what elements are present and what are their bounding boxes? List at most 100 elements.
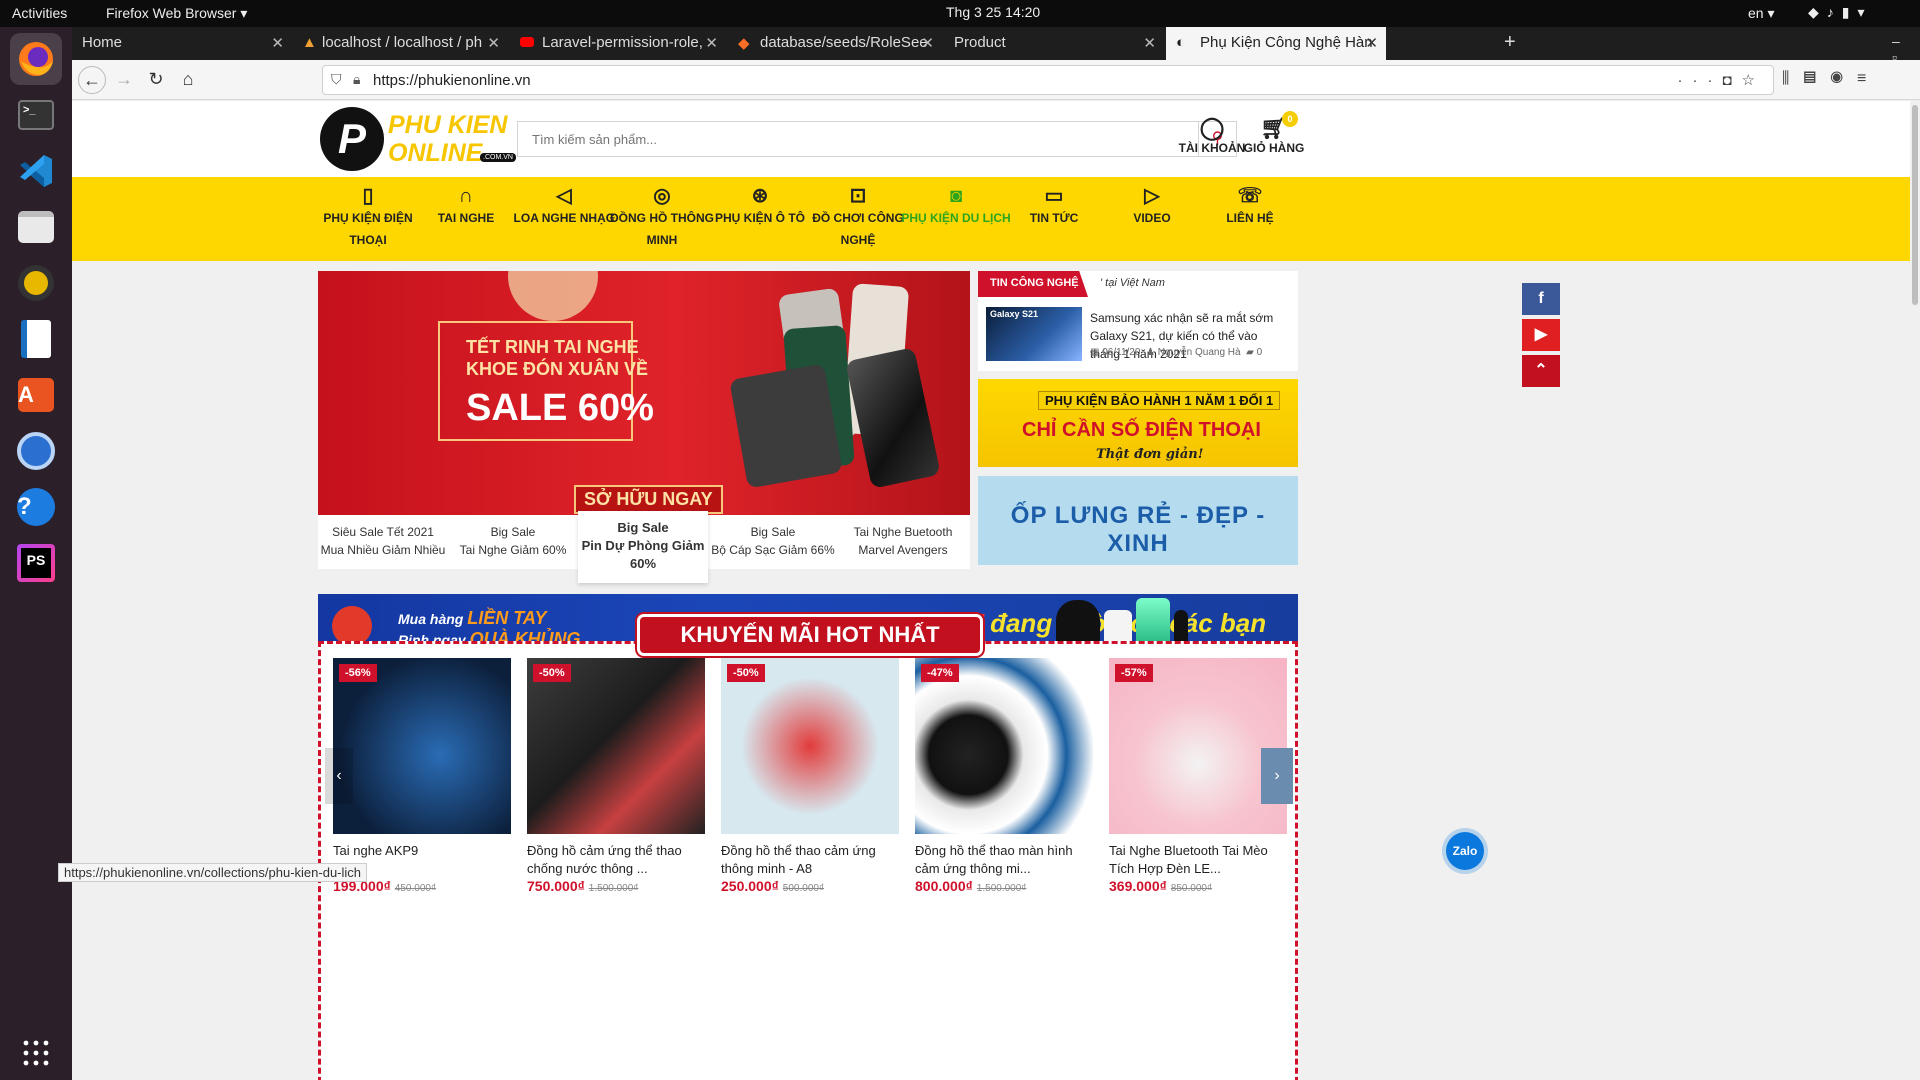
- close-icon[interactable]: ✕: [705, 34, 718, 52]
- tab-phpmyadmin[interactable]: ▲ localhost / localhost / ph ✕: [294, 27, 508, 60]
- warranty-promo-banner[interactable]: PHỤ KIỆN BẢO HÀNH 1 NĂM 1 ĐỔI 1 CHỈ CẦN …: [978, 379, 1298, 467]
- menu-item-phu-kien-o-to[interactable]: ⊛ PHỤ KIỆN Ô TÔ: [704, 185, 816, 229]
- sale-price: 369.000₫: [1109, 878, 1167, 894]
- software-icon[interactable]: A: [10, 369, 62, 421]
- product-name[interactable]: Đồng hồ thể thao màn hình cảm ứng thông …: [915, 842, 1095, 878]
- chevron-right-icon: ›: [1274, 767, 1280, 784]
- lock-icon[interactable]: 🔒︎: [353, 71, 360, 88]
- firefox-icon[interactable]: [10, 33, 62, 85]
- close-icon[interactable]: ✕: [487, 34, 500, 52]
- pocket-icon[interactable]: ◘: [1722, 72, 1741, 89]
- menu-item-do-choi-cong-nghe[interactable]: ⊡ ĐỒ CHƠI CÔNG NGHỆ: [802, 185, 914, 251]
- close-icon[interactable]: ✕: [1365, 34, 1378, 52]
- news-ticker[interactable]: ' tại Việt Nam: [1100, 277, 1165, 289]
- sale-price: 800.000₫: [915, 878, 973, 894]
- product-name[interactable]: Đồng hồ thể thao cảm ứng thông minh - A8: [721, 842, 901, 878]
- sidebar-icon[interactable]: ▤: [1803, 70, 1830, 87]
- hamburger-menu-icon[interactable]: ≡: [1857, 70, 1880, 87]
- cart-link[interactable]: 🛒︎ 0 GIỎ HÀNG: [1234, 111, 1314, 155]
- menu-item-lien-he[interactable]: ☏ LIÊN HỆ: [1194, 185, 1306, 229]
- menu-item-tai-nghe[interactable]: ∩ TAI NGHE: [410, 185, 522, 229]
- clock[interactable]: Thg 3 25 14:20: [946, 4, 1040, 20]
- site-logo[interactable]: P PHU KIEN ONLINE .COM.VN: [320, 105, 516, 173]
- terminal-icon[interactable]: >_: [10, 89, 62, 141]
- files-icon[interactable]: [10, 201, 62, 253]
- tab-phukienonline[interactable]: ◐ Phụ Kiện Công Nghệ Hàn ✕: [1166, 27, 1386, 60]
- help-icon[interactable]: ?: [10, 481, 62, 533]
- close-icon[interactable]: ✕: [1143, 34, 1156, 52]
- product-image[interactable]: [721, 658, 899, 834]
- rhythmbox-icon[interactable]: [10, 257, 62, 309]
- product-image[interactable]: [333, 658, 511, 834]
- product-name[interactable]: Tai nghe AKP9: [333, 842, 513, 860]
- product-name[interactable]: Đồng hồ cảm ứng thể thao chống nước thôn…: [527, 842, 707, 878]
- menu-item-dong-ho-thong-minh[interactable]: ◎ ĐỒNG HỒ THÔNG MINH: [606, 185, 718, 251]
- tab-home[interactable]: Home ✕: [72, 27, 292, 60]
- menu-label: ĐỒ CHƠI CÔNG NGHỆ: [812, 211, 904, 247]
- url-text[interactable]: https://phukienonline.vn: [373, 72, 531, 89]
- news-thumbnail[interactable]: Galaxy S21: [986, 307, 1082, 361]
- app-menu[interactable]: Firefox Web Browser ▾: [106, 5, 247, 22]
- hero-cta-button[interactable]: SỞ HỮU NGAY: [574, 485, 723, 514]
- hero-tab[interactable]: Siêu Sale Tết 2021 Mua Nhiều Giảm Nhiều: [318, 515, 448, 569]
- close-icon[interactable]: ✕: [921, 34, 934, 52]
- product-name[interactable]: Tai Nghe Bluetooth Tai Mèo Tích Hợp Đèn …: [1109, 842, 1289, 878]
- url-bar[interactable]: ⛉ 🔒︎ https://phukienonline.vn ···◘☆: [322, 65, 1774, 95]
- back-button[interactable]: ←: [78, 66, 106, 94]
- hero-banner[interactable]: TẾT RINH TAI NGHE KHOE ĐÓN XUÂN VỀ SALE …: [318, 271, 970, 515]
- product-image[interactable]: [915, 658, 1093, 834]
- close-icon[interactable]: ✕: [271, 34, 284, 52]
- reload-button[interactable]: ↻: [142, 66, 170, 94]
- product-image[interactable]: [527, 658, 705, 834]
- hero-tab[interactable]: Big Sale Bộ Cáp Sạc Giảm 66%: [708, 515, 838, 569]
- tab-product[interactable]: Product ✕: [944, 27, 1164, 60]
- carousel-next-button[interactable]: ›: [1261, 748, 1293, 804]
- phpstorm-icon[interactable]: PS: [10, 537, 62, 589]
- menu-item-phu-kien-dien-thoai[interactable]: ▯ PHỤ KIỆN ĐIỆN THOẠI: [312, 185, 424, 251]
- promo2-text: ỐP LƯNG RẺ - ĐẸP - XINH: [1010, 502, 1266, 557]
- vscode-icon[interactable]: [10, 145, 62, 197]
- hero-tab[interactable]: Big Sale Tai Nghe Giảm 60%: [448, 515, 578, 569]
- product-image[interactable]: [1109, 658, 1287, 834]
- library-icon[interactable]: ⫼: [1782, 70, 1803, 87]
- thunderbird-icon[interactable]: [10, 425, 62, 477]
- hero-tab-active[interactable]: Big Sale Pin Dự Phòng Giảm 60%: [578, 511, 708, 583]
- carousel-prev-button[interactable]: ‹: [325, 748, 353, 804]
- terminal-prompt-glyph: >_: [18, 100, 54, 130]
- zalo-chat-button[interactable]: Zalo: [1446, 832, 1484, 870]
- menu-item-phu-kien-du-lich[interactable]: ◙ PHỤ KIỆN DU LỊCH: [900, 185, 1012, 229]
- menu-item-loa-nghe-nhac[interactable]: ◁ LOA NGHE NHẠC: [508, 185, 620, 229]
- language-indicator[interactable]: en ▾: [1748, 5, 1775, 22]
- minimize-icon[interactable]: –: [1892, 33, 1916, 49]
- back-to-top-button[interactable]: ⌃: [1522, 355, 1560, 387]
- home-button[interactable]: ⌂: [174, 66, 202, 94]
- hot-deals-section: -56% Tai nghe AKP9 199.000₫ 450.000₫ -50%…: [318, 641, 1298, 1080]
- search-input[interactable]: [518, 122, 1198, 156]
- tab-youtube[interactable]: Laravel-permission-role, ✕: [510, 27, 726, 60]
- page-actions-icon[interactable]: ···: [1677, 72, 1722, 89]
- page-scrollbar[interactable]: [1910, 101, 1920, 1080]
- hero-tab[interactable]: Tai Nghe Buetooth Marvel Avengers: [838, 515, 968, 569]
- forward-button[interactable]: →: [110, 66, 138, 94]
- menu-item-tin-tuc[interactable]: ▭ TIN TỨC: [998, 185, 1110, 229]
- facebook-button[interactable]: f: [1522, 283, 1560, 315]
- tracking-shield-icon[interactable]: ⛉: [331, 71, 342, 88]
- menu-item-video[interactable]: ▷ VIDEO: [1096, 185, 1208, 229]
- phone-case-promo-banner[interactable]: ỐP LƯNG RẺ - ĐẸP - XINH: [978, 476, 1298, 565]
- scrollbar-thumb[interactable]: [1912, 105, 1918, 305]
- writer-icon[interactable]: [10, 313, 62, 365]
- app-grid-icon[interactable]: [10, 1027, 62, 1079]
- account-icon[interactable]: ◉: [1830, 70, 1857, 87]
- sale-price: 250.000₫: [721, 878, 779, 894]
- youtube-button[interactable]: ▶: [1522, 319, 1560, 351]
- discount-badge: -47%: [921, 664, 959, 682]
- bookmark-star-icon[interactable]: ☆: [1742, 72, 1765, 89]
- menu-label: TAI NGHE: [437, 211, 495, 225]
- tab-gitlab[interactable]: ◆ database/seeds/RoleSee ✕: [728, 27, 942, 60]
- system-tray[interactable]: ◆♪▮▾: [1808, 4, 1873, 21]
- phpmyadmin-icon: ▲: [302, 34, 317, 51]
- activities-button[interactable]: Activities: [12, 5, 67, 21]
- phone-icon: ▯: [362, 185, 374, 207]
- new-tab-button[interactable]: +: [1504, 31, 1516, 54]
- menu-label: VIDEO: [1133, 211, 1171, 225]
